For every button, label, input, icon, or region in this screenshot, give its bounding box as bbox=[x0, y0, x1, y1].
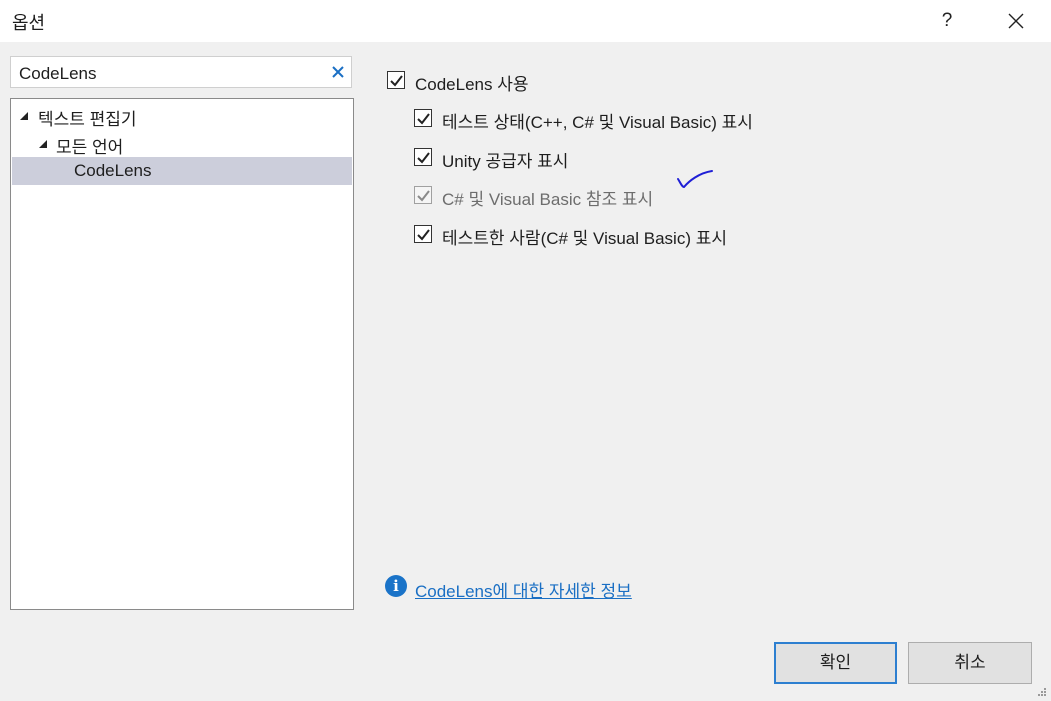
close-button[interactable] bbox=[998, 4, 1034, 38]
tree-item-all-languages[interactable]: 모든 언어 bbox=[12, 129, 352, 157]
checkmark-icon bbox=[417, 190, 430, 202]
tree-item-label: 텍스트 편집기 bbox=[38, 110, 137, 129]
tree-item-label: 모든 언어 bbox=[56, 138, 124, 157]
show-tested-by-checkbox[interactable] bbox=[414, 225, 432, 243]
search-input-value: CodeLens bbox=[19, 64, 97, 83]
dialog-title: 옵션 bbox=[12, 13, 46, 33]
close-icon bbox=[1008, 13, 1024, 29]
help-button[interactable]: ? bbox=[930, 4, 964, 38]
expanded-arrow-icon[interactable] bbox=[38, 139, 48, 149]
expanded-arrow-icon[interactable] bbox=[19, 111, 29, 121]
title-bar: 옵션 ? bbox=[0, 0, 1051, 42]
show-test-status-checkbox[interactable] bbox=[414, 109, 432, 127]
tree-item-text-editor[interactable]: 텍스트 편집기 bbox=[12, 101, 352, 129]
handwritten-checkmark-annotation bbox=[677, 170, 713, 189]
show-unity-provider-label: Unity 공급자 표시 bbox=[442, 152, 569, 171]
tree-item-label: CodeLens bbox=[74, 161, 152, 180]
tree-item-codelens[interactable]: CodeLens bbox=[12, 157, 352, 185]
search-input[interactable]: CodeLens bbox=[10, 56, 352, 88]
show-references-checkbox bbox=[414, 186, 432, 204]
enable-codelens-label: CodeLens 사용 bbox=[415, 75, 529, 94]
info-icon: i bbox=[385, 575, 407, 597]
enable-codelens-checkbox[interactable] bbox=[387, 71, 405, 89]
checkmark-icon bbox=[417, 113, 430, 125]
checkmark-icon bbox=[417, 229, 430, 241]
show-test-status-label: 테스트 상태(C++, C# 및 Visual Basic) 표시 bbox=[442, 113, 753, 132]
resize-grip-icon[interactable] bbox=[1037, 687, 1047, 697]
cancel-button[interactable]: 취소 bbox=[908, 642, 1032, 684]
show-references-label: C# 및 Visual Basic 참조 표시 bbox=[442, 190, 654, 209]
checkmark-icon bbox=[390, 75, 403, 87]
checkmark-icon bbox=[417, 152, 430, 164]
ok-button[interactable]: 확인 bbox=[774, 642, 897, 684]
clear-search-icon[interactable] bbox=[331, 65, 345, 79]
show-tested-by-label: 테스트한 사람(C# 및 Visual Basic) 표시 bbox=[442, 229, 727, 248]
options-tree[interactable]: 텍스트 편집기 모든 언어 CodeLens bbox=[10, 98, 354, 610]
codelens-info-link[interactable]: CodeLens에 대한 자세한 정보 bbox=[415, 577, 632, 602]
show-unity-provider-checkbox[interactable] bbox=[414, 148, 432, 166]
